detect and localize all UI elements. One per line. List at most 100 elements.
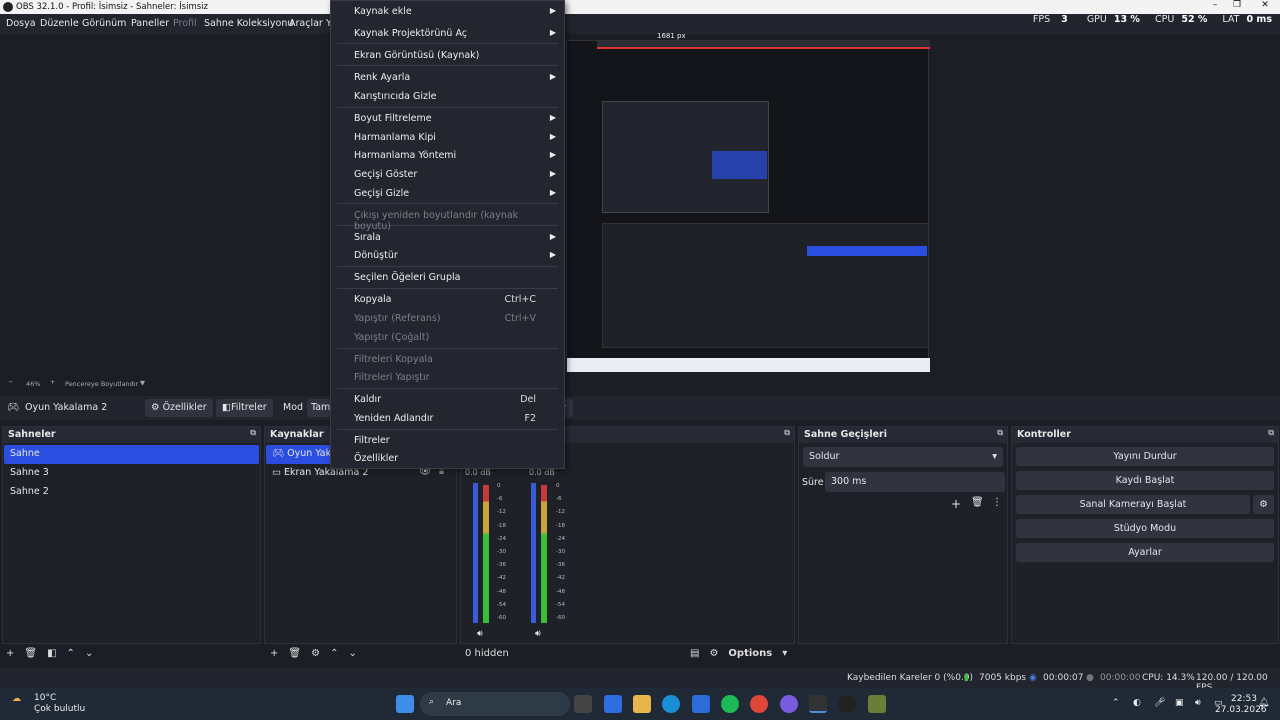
network-icon[interactable]: ▣ (1175, 698, 1184, 708)
menu-scene-collection[interactable]: Sahne Koleksiyonu (204, 18, 293, 29)
menu-item[interactable]: Dönüştür ▶ (354, 250, 556, 266)
tray-chevron-icon[interactable]: ⌃ (1112, 698, 1120, 708)
float-icon[interactable]: ⧉ (997, 428, 1003, 438)
obs-taskbar-icon[interactable] (809, 695, 827, 713)
notification-icon[interactable]: 🔔︎ (1258, 698, 1269, 708)
settings-button[interactable]: Ayarlar (1016, 543, 1274, 562)
calendar-icon[interactable] (692, 695, 710, 713)
minimize-icon[interactable]: – (1204, 0, 1226, 10)
add-icon[interactable]: + (270, 648, 278, 659)
properties-button[interactable]: ⚙ Özellikler (145, 399, 213, 417)
speaker-icon[interactable]: 🔊︎ (535, 629, 541, 639)
volume-slider[interactable] (473, 483, 478, 623)
layout-icon[interactable]: ▤ (690, 648, 699, 659)
menu-item[interactable]: Yapıştır (Referans) Ctrl+V (354, 313, 556, 329)
volume-icon[interactable]: 🔊︎ (1195, 698, 1201, 708)
meter-tick-label: -18 (497, 522, 506, 529)
stop-streaming-button[interactable]: Yayını Durdur (1016, 447, 1274, 466)
menu-file[interactable]: Dosya (6, 18, 36, 29)
mic-icon[interactable]: 🎤︎ (1154, 698, 1165, 708)
task-view-icon[interactable] (574, 695, 592, 713)
menu-item[interactable]: Filtreleri Kopyala (354, 354, 556, 370)
options-button[interactable]: Options (728, 648, 772, 659)
mixer-settings-icon[interactable]: ⚙ (709, 648, 718, 659)
scene-item[interactable]: Sahne (4, 445, 259, 464)
menu-view[interactable]: Görünüm (82, 18, 126, 29)
menu-item[interactable]: Kaynak Projektörünü Aç ▶ (354, 28, 556, 44)
location-icon[interactable]: ◐ (1133, 698, 1141, 708)
menu-docks[interactable]: Paneller (131, 18, 169, 29)
float-icon[interactable]: ⧉ (1268, 428, 1274, 438)
filters-button[interactable]: ◧Filtreler (216, 399, 273, 417)
volume-slider[interactable] (531, 483, 536, 623)
folder-icon[interactable] (633, 695, 651, 713)
app-icon[interactable] (838, 695, 856, 713)
edge-icon[interactable] (662, 695, 680, 713)
resize-to-window[interactable]: Pencereye Boyutlandır (65, 380, 138, 388)
discord-icon[interactable] (780, 695, 798, 713)
menu-item[interactable]: Ekran Görüntüsü (Kaynak) (354, 50, 556, 66)
chevron-down-icon[interactable]: ⌄ (348, 648, 356, 659)
menu-edit[interactable]: Düzenle (40, 18, 79, 29)
speaker-icon[interactable]: 🔊︎ (477, 629, 483, 639)
weather-icon[interactable]: ☁ (12, 694, 21, 704)
menu-item[interactable]: Filtreleri Yapıştır (354, 372, 556, 388)
menu-item[interactable]: Kaynak ekle ▶ (354, 6, 556, 22)
menu-item[interactable]: Geçişi Gizle ▶ (354, 188, 556, 204)
zoom-out-icon[interactable]: − (8, 378, 13, 386)
menu-item[interactable]: Kaldır Del (354, 394, 556, 410)
chevron-up-icon[interactable]: ⌃ (67, 648, 75, 659)
chrome-icon[interactable] (750, 695, 768, 713)
start-virtual-camera-button[interactable]: Sanal Kamerayı Başlat (1016, 495, 1250, 514)
menu-item[interactable]: Seçilen Öğeleri Grupla (354, 272, 556, 288)
spotify-icon[interactable] (721, 695, 739, 713)
start-recording-button[interactable]: Kaydı Başlat (1016, 471, 1274, 490)
menu-tools[interactable]: Araçlar (289, 18, 323, 29)
menu-item[interactable]: Çıkışı yeniden boyutlandır (kaynak boyut… (354, 210, 556, 232)
menu-item[interactable]: Sırala ▶ (354, 232, 556, 248)
trash-icon[interactable]: 🗑︎ (24, 648, 37, 659)
more-icon[interactable]: ⋮ (992, 497, 1002, 508)
menu-separator (337, 107, 558, 108)
chevron-down-icon[interactable]: ⌄ (85, 648, 93, 659)
add-icon[interactable]: + (951, 497, 961, 511)
game-icon[interactable] (868, 695, 886, 713)
menu-item[interactable]: Yeniden Adlandır F2 (354, 413, 556, 429)
gear-icon[interactable]: ⚙ (311, 648, 320, 659)
add-icon[interactable]: + (6, 648, 14, 659)
maximize-icon[interactable]: ❐ (1226, 0, 1248, 10)
menu-item[interactable]: Harmanlama Kipi ▶ (354, 132, 556, 148)
trash-icon[interactable]: 🗑︎ (288, 648, 301, 659)
close-icon[interactable]: ✕ (1254, 0, 1276, 10)
store-icon[interactable] (604, 695, 622, 713)
filter-icon[interactable]: ◧ (47, 648, 56, 659)
transition-select[interactable]: Soldur ▾ (803, 447, 1003, 467)
menu-item[interactable]: Yapıştır (Çoğalt) (354, 332, 556, 348)
taskbar-search[interactable]: ⌕ Ara (420, 692, 570, 716)
menu-profile[interactable]: Profil (173, 18, 197, 29)
scene-item[interactable]: Sahne 2 (4, 483, 259, 502)
zoom-in-icon[interactable]: + (50, 378, 55, 386)
menu-item[interactable]: Harmanlama Yöntemi ▶ (354, 150, 556, 166)
menu-item[interactable]: Özellikler (354, 453, 556, 469)
menu-item[interactable]: Kopyala Ctrl+C (354, 294, 556, 310)
mode-select[interactable]: Tam (307, 399, 331, 417)
clock-time[interactable]: 22:53 (1231, 694, 1257, 704)
float-icon[interactable]: ⧉ (784, 428, 790, 438)
float-icon[interactable]: ⧉ (250, 428, 256, 438)
preview-source-capture[interactable]: 1681 px (566, 32, 930, 372)
menu-item[interactable]: Karıştırıcıda Gizle (354, 91, 556, 107)
chevron-down-icon[interactable]: ▼ (140, 379, 145, 387)
scene-item[interactable]: Sahne 3 (4, 464, 259, 483)
virtual-camera-settings-button[interactable]: ⚙ (1253, 495, 1274, 514)
menu-item[interactable]: Geçişi Göster ▶ (354, 169, 556, 185)
duration-spinbox[interactable]: 300 ms (825, 472, 1005, 492)
chevron-up-icon[interactable]: ⌃ (330, 648, 338, 659)
trash-icon[interactable]: 🗑︎ (971, 497, 984, 508)
menu-item[interactable]: Boyut Filtreleme ▶ (354, 113, 556, 129)
start-icon[interactable] (396, 695, 414, 713)
menu-item[interactable]: Filtreler (354, 435, 556, 451)
studio-mode-button[interactable]: Stüdyo Modu (1016, 519, 1274, 538)
menu-item[interactable]: Renk Ayarla ▶ (354, 72, 556, 88)
chevron-down-icon[interactable]: ▾ (782, 648, 787, 659)
